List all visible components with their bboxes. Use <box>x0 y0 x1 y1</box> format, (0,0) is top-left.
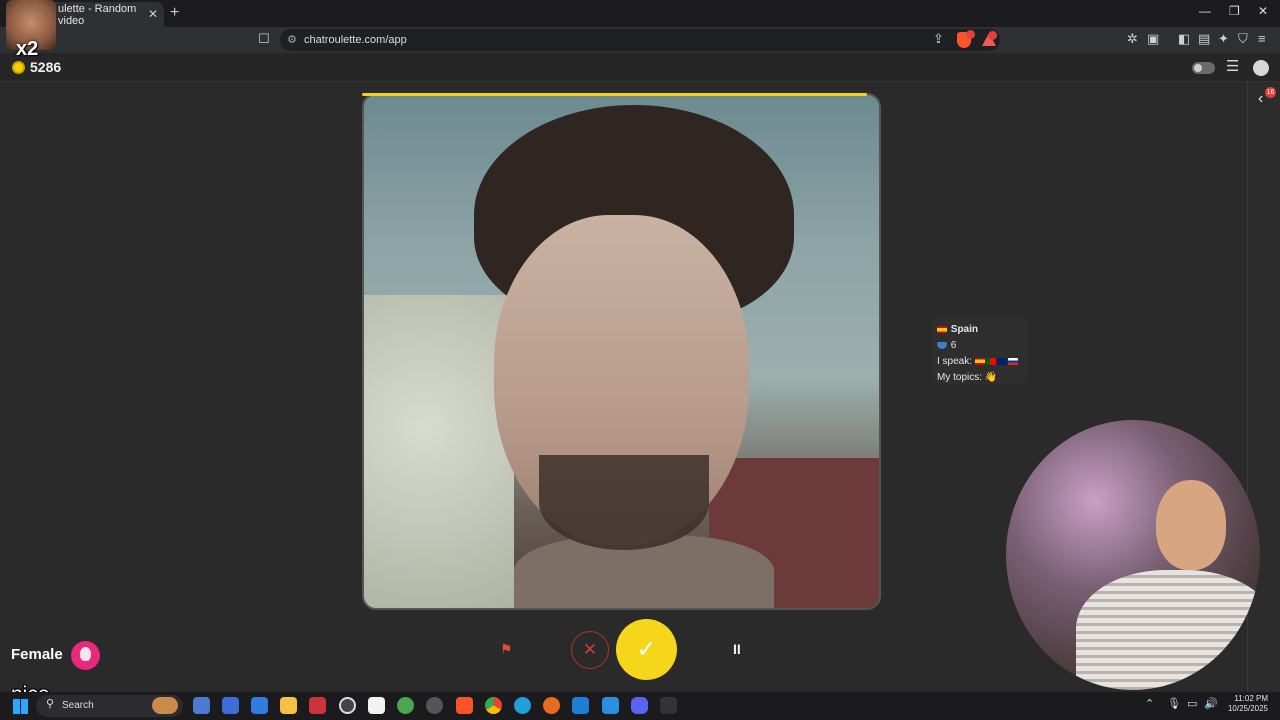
browser-toolbar: ☐ ⚙ chatroulette.com/app ⇪ ✲ ▣ ◧ ▤ ✦ ⛉ ≡ <box>0 27 1280 53</box>
minimize-icon[interactable]: — <box>1199 4 1211 18</box>
accept-button[interactable]: ✓ <box>616 619 677 680</box>
emote-multiplier: x2 <box>16 38 39 60</box>
chat-unread-badge: 16 <box>1265 87 1276 98</box>
taskbar-app-17-icon[interactable] <box>660 697 677 714</box>
maximize-icon[interactable]: ❐ <box>1229 4 1240 18</box>
search-highlight-icon <box>152 697 178 714</box>
clock-date: 10/25/2025 <box>1227 704 1268 713</box>
edge-icon[interactable] <box>514 697 531 714</box>
leo-ai-icon[interactable]: ✦ <box>1218 32 1229 46</box>
taskbar-app-7-icon[interactable] <box>368 697 385 714</box>
windows-start-icon[interactable] <box>13 699 28 714</box>
language-flag-gb-icon <box>996 357 1007 365</box>
address-bar-url: chatroulette.com/app <box>304 34 407 46</box>
taskbar-app-1-icon[interactable] <box>193 697 210 714</box>
partner-video <box>362 93 881 610</box>
file-explorer-icon[interactable] <box>280 697 297 714</box>
streamer-face <box>1156 480 1226 570</box>
skip-button[interactable]: ✕ <box>571 631 609 669</box>
browser-tabstrip: ulette - Random video ✕ + — ❐ ✕ <box>0 0 1280 27</box>
language-flag-ru-icon <box>1007 357 1018 365</box>
speaks-label: I speak: <box>937 356 973 367</box>
network-icon[interactable]: ▭ <box>1187 698 1197 710</box>
report-flag-button[interactable]: ⚑ <box>500 641 513 657</box>
wallet-icon[interactable]: ▤ <box>1198 32 1210 46</box>
partner-info-card: Spain 6 I speak: My topics: 👋 <box>932 318 1028 384</box>
chevron-left-icon[interactable]: ‹ <box>1258 90 1263 108</box>
vscode-icon[interactable] <box>602 697 619 714</box>
sidebar-icon[interactable]: ◧ <box>1178 32 1190 46</box>
pause-button[interactable]: II <box>733 641 741 657</box>
tab-close-icon[interactable]: ✕ <box>148 7 158 21</box>
site-info-icon[interactable]: ⚙ <box>287 33 297 46</box>
female-icon[interactable] <box>71 641 100 670</box>
streamer-webcam <box>1006 420 1260 690</box>
taskbar-app-5-icon[interactable] <box>309 697 326 714</box>
partner-country: Spain <box>950 324 979 335</box>
language-flag-pt-icon <box>985 357 996 365</box>
volume-icon[interactable]: 🔊 <box>1204 698 1218 710</box>
close-window-icon[interactable]: ✕ <box>1258 4 1268 18</box>
streamer-shirt <box>1076 570 1260 690</box>
tab-manager-icon[interactable]: ▣ <box>1147 32 1159 46</box>
taskbar-search-placeholder: Search <box>62 700 94 711</box>
app-header: 5286 ☰ <box>0 53 1280 82</box>
brave-browser-icon[interactable] <box>456 697 473 714</box>
share-icon[interactable]: ⇪ <box>933 32 944 46</box>
coin-balance[interactable]: 5286 <box>30 59 61 75</box>
coin-icon <box>12 61 25 74</box>
taskbar-app-9-icon[interactable] <box>426 697 443 714</box>
language-flag-es-icon <box>974 357 985 365</box>
topic-wave-icon: 👋 <box>984 372 998 383</box>
video-person-beard <box>539 455 709 550</box>
taskbar-app-2-icon[interactable] <box>222 697 239 714</box>
taskbar-app-3-icon[interactable] <box>251 697 268 714</box>
screen: ulette - Random video ✕ + — ❐ ✕ ☐ ⚙ chat… <box>0 0 1280 720</box>
video-background-pillow <box>364 295 514 608</box>
video-timer-bar <box>362 93 867 96</box>
taskbar-app-14-icon[interactable] <box>572 697 589 714</box>
new-tab-icon[interactable]: + <box>170 5 179 21</box>
taskbar-app-6-icon[interactable] <box>339 697 356 714</box>
discord-icon[interactable] <box>631 697 648 714</box>
gender-filter-label[interactable]: Female <box>11 646 63 663</box>
rewards-badge <box>988 31 997 40</box>
filters-icon[interactable]: ☰ <box>1226 59 1239 75</box>
tray-overflow-icon[interactable]: ⌃ <box>1145 698 1154 710</box>
taskbar-clock[interactable]: 11:02 PM 10/25/2025 <box>1222 694 1268 714</box>
level-shield-icon <box>937 341 947 349</box>
spain-flag-icon <box>937 325 947 333</box>
taskbar-app-8-icon[interactable] <box>397 697 414 714</box>
menu-icon[interactable]: ≡ <box>1258 32 1266 46</box>
theme-toggle[interactable] <box>1192 62 1215 74</box>
partner-level: 6 <box>950 340 957 351</box>
clock-time: 11:02 PM <box>1234 694 1268 703</box>
chrome-icon[interactable] <box>485 697 502 714</box>
firefox-icon[interactable] <box>543 697 560 714</box>
bookmark-icon[interactable]: ☐ <box>258 32 270 46</box>
address-bar[interactable]: ⚙ chatroulette.com/app <box>280 29 1000 51</box>
search-icon: ⚲ <box>46 698 55 710</box>
vpn-icon[interactable]: ⛉ <box>1238 32 1248 46</box>
topics-label: My topics: <box>937 372 983 383</box>
microphone-icon[interactable]: 🎙 <box>1167 698 1181 710</box>
extensions-icon[interactable]: ✲ <box>1127 32 1138 46</box>
profile-icon[interactable] <box>1253 60 1269 76</box>
shields-badge <box>966 30 975 39</box>
